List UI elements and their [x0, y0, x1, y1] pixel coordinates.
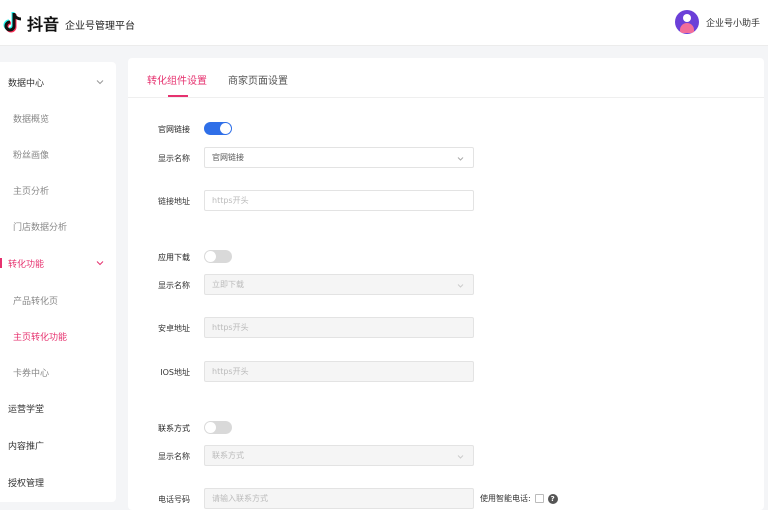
- contact-toggle[interactable]: [204, 421, 232, 434]
- help-icon[interactable]: ?: [547, 493, 558, 504]
- douyin-logo-icon: [3, 11, 22, 32]
- contact-display-name-select[interactable]: 联系方式: [204, 445, 474, 466]
- android-link-label: 安卓地址: [158, 324, 190, 333]
- sidebar-item-fan-profile[interactable]: 粉丝画像: [0, 144, 116, 164]
- sidebar-item-label: 内容推广: [8, 441, 45, 452]
- sidebar-item-store-data[interactable]: 门店数据分析: [0, 216, 116, 236]
- chevron-down-icon: [457, 455, 464, 459]
- website-section-label: 官网链接: [158, 125, 190, 134]
- app-toggle[interactable]: [204, 250, 232, 263]
- sidebar-item-authorization[interactable]: 授权管理: [0, 472, 116, 492]
- sidebar-item-label: 主页转化功能: [13, 332, 68, 343]
- sidebar-item-label: 卡券中心: [13, 368, 50, 379]
- user-name[interactable]: 企业号小助手: [706, 16, 760, 29]
- website-link-label: 链接地址: [158, 197, 190, 206]
- sidebar-item-label: 数据概览: [13, 114, 50, 125]
- app-section-label: 应用下载: [158, 253, 190, 262]
- website-display-name-value: 官网链接: [212, 153, 244, 162]
- chevron-down-icon: [96, 261, 104, 266]
- sidebar-item-label: 产品转化页: [13, 296, 59, 307]
- user-menu[interactable]: 企业号小助手: [674, 10, 760, 34]
- sidebar-item-label: 主页分析: [13, 186, 50, 197]
- platform-subtitle: 企业号管理平台: [65, 20, 136, 32]
- website-display-name-select[interactable]: 官网链接: [204, 147, 474, 168]
- tab-underline: [168, 95, 188, 97]
- brand-logo[interactable]: 抖音 企业号管理平台: [2, 11, 135, 35]
- smart-phone-checkbox[interactable]: [534, 494, 544, 503]
- android-link-placeholder: https开头: [212, 323, 249, 332]
- app-display-name-value: 立即下载: [212, 280, 244, 289]
- brand-name: 抖音: [27, 14, 60, 34]
- top-bar: 抖音 企业号管理平台 企业号小助手: [0, 0, 768, 46]
- sidebar-item-coupon-center[interactable]: 卡券中心: [0, 362, 116, 382]
- chevron-down-icon: [96, 80, 104, 85]
- tab-merchant-page[interactable]: 商家页面设置: [228, 72, 288, 87]
- app-display-name-label: 显示名称: [158, 281, 190, 290]
- sidebar-item-product-conversion[interactable]: 产品转化页: [0, 290, 116, 310]
- sidebar-item-label: 运营学堂: [8, 404, 45, 415]
- contact-display-name-value: 联系方式: [212, 451, 244, 460]
- sidebar-item-operations-academy[interactable]: 运营学堂: [0, 398, 116, 418]
- sidebar-item-content-promotion[interactable]: 内容推广: [0, 435, 116, 455]
- website-toggle[interactable]: [204, 122, 232, 135]
- sidebar-item-data-center[interactable]: 数据中心: [0, 72, 116, 92]
- avatar[interactable]: [674, 10, 699, 34]
- phone-placeholder: 请输入联系方式: [212, 494, 268, 503]
- website-link-placeholder: https开头: [212, 196, 249, 205]
- sidebar-item-data-overview[interactable]: 数据概览: [0, 108, 116, 128]
- main-panel: 转化组件设置 商家页面设置 官网链接 显示名称 官网链接 链接地址 https开…: [128, 58, 764, 510]
- sidebar-item-label: 门店数据分析: [13, 222, 68, 233]
- website-link-input[interactable]: https开头: [204, 190, 474, 211]
- ios-link-label: IOS地址: [160, 368, 190, 377]
- tab-conversion-components[interactable]: 转化组件设置: [147, 72, 207, 87]
- app-display-name-select[interactable]: 立即下载: [204, 274, 474, 295]
- active-indicator: [0, 258, 2, 268]
- contact-display-name-label: 显示名称: [158, 452, 190, 461]
- sidebar-item-conversion[interactable]: 转化功能: [0, 253, 116, 273]
- smart-phone-option: 使用智能电话: ?: [480, 493, 558, 504]
- sidebar-item-label: 粉丝画像: [13, 150, 50, 161]
- sidebar-item-label: 转化功能: [8, 259, 45, 270]
- sidebar: 数据中心 数据概览 粉丝画像 主页分析 门店数据分析 转化功能 产品转化页 主页…: [0, 62, 116, 502]
- tab-bar: 转化组件设置 商家页面设置: [128, 58, 764, 98]
- sidebar-item-label: 授权管理: [8, 478, 45, 489]
- sidebar-item-label: 数据中心: [8, 78, 45, 89]
- phone-label: 电话号码: [158, 495, 190, 504]
- chevron-down-icon: [457, 284, 464, 288]
- chevron-down-icon: [457, 157, 464, 161]
- ios-link-placeholder: https开头: [212, 367, 249, 376]
- website-display-name-label: 显示名称: [158, 154, 190, 163]
- ios-link-input[interactable]: https开头: [204, 361, 474, 382]
- phone-input[interactable]: 请输入联系方式: [204, 488, 474, 509]
- sidebar-item-homepage-analysis[interactable]: 主页分析: [0, 180, 116, 200]
- smart-phone-label: 使用智能电话:: [480, 494, 531, 503]
- contact-section-label: 联系方式: [158, 424, 190, 433]
- android-link-input[interactable]: https开头: [204, 317, 474, 338]
- sidebar-item-homepage-conversion[interactable]: 主页转化功能: [0, 326, 116, 346]
